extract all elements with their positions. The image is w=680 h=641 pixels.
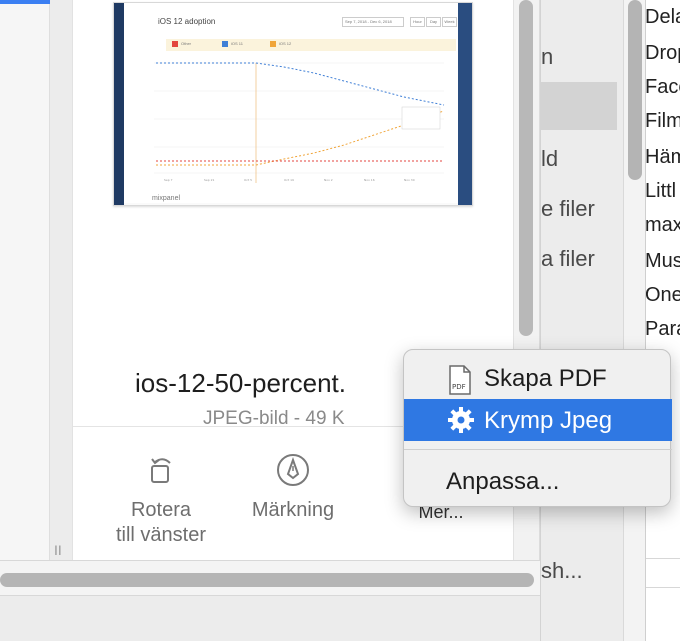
sidebar-item-4[interactable]: a filer bbox=[541, 246, 595, 272]
svg-text:Oct 19: Oct 19 bbox=[284, 178, 294, 182]
menu-item-customize-label: Anpassa... bbox=[446, 468, 560, 495]
thumbnail-border-right bbox=[458, 3, 472, 205]
file-list-row[interactable]: Häm bbox=[646, 146, 680, 169]
thumbnail-range-hour: Hour bbox=[410, 17, 425, 27]
file-list-row[interactable]: max bbox=[646, 214, 680, 237]
file-name: ios-12-50-percent. bbox=[135, 368, 346, 398]
file-info: JPEG-bild - 49 K bbox=[203, 408, 345, 426]
file-list: Dela Drop Face Film Häm Littl max Mus On… bbox=[645, 0, 680, 641]
legend-ios11: iOS 11 bbox=[222, 41, 243, 47]
menu-item-create-pdf[interactable]: PDF Skapa PDF bbox=[404, 357, 672, 399]
thumbnail-title: iOS 12 adoption bbox=[158, 17, 216, 26]
thumbnail-range-buttons: Hour Day Week bbox=[410, 17, 457, 27]
file-list-row[interactable]: One bbox=[646, 284, 680, 307]
resize-grip[interactable]: II bbox=[54, 542, 62, 558]
sidebar-item-3[interactable]: e filer bbox=[541, 196, 595, 222]
sidebar-scroll-thumb[interactable] bbox=[628, 0, 642, 180]
file-list-row[interactable]: Littl bbox=[646, 180, 676, 203]
thumbnail-range-day: Day bbox=[426, 17, 441, 27]
menu-item-shrink-jpeg[interactable]: Krymp Jpeg bbox=[404, 399, 672, 441]
rotate-label-line2: till vänster bbox=[115, 524, 207, 546]
sidebar-item-5[interactable]: sh... bbox=[541, 558, 583, 584]
legend-ios12: iOS 12 bbox=[270, 41, 291, 47]
pdf-icon: PDF bbox=[449, 365, 471, 395]
legend-other: Other bbox=[172, 41, 191, 47]
thumbnail-legend: Other iOS 11 iOS 12 bbox=[166, 39, 456, 51]
thumbnail-date-range: Sep 7, 2018 - Dec 6, 2018 bbox=[342, 17, 404, 27]
markup-button[interactable]: Märkning bbox=[238, 452, 348, 523]
file-list-row[interactable]: Mus bbox=[646, 250, 680, 273]
menu-item-shrink-jpeg-label: Krymp Jpeg bbox=[484, 407, 613, 434]
menu-item-customize[interactable]: Anpassa... bbox=[404, 460, 672, 502]
file-list-row[interactable]: Face bbox=[646, 76, 680, 99]
thumbnail-line-chart: Sep 7 Sep 21 Oct 5 Oct 19 Nov 2 Nov 16 Nov 3… bbox=[154, 62, 445, 183]
menu-separator bbox=[404, 444, 672, 456]
sidebar-item-2[interactable]: ld bbox=[541, 146, 558, 172]
image-thumbnail[interactable]: iOS 12 adoption Sep 7, 2018 - Dec 6, 201… bbox=[113, 2, 473, 206]
rotate-left-button[interactable]: Rotera till vänster bbox=[101, 452, 221, 548]
sidebar-item-1[interactable]: n bbox=[541, 44, 553, 70]
sidebar-scrollbar[interactable] bbox=[623, 0, 645, 641]
thumbnail-border-left bbox=[114, 3, 124, 205]
selection-indicator bbox=[0, 0, 50, 4]
file-list-row[interactable]: Para bbox=[646, 318, 680, 341]
file-list-divider bbox=[646, 558, 680, 588]
thumbnail-chart-frame: iOS 12 adoption Sep 7, 2018 - Dec 6, 201… bbox=[124, 3, 458, 203]
thumbnail-range-week: Week bbox=[442, 17, 457, 27]
svg-text:Oct 5: Oct 5 bbox=[244, 178, 252, 182]
file-list-row[interactable]: Film bbox=[646, 110, 680, 133]
svg-text:Nov 16: Nov 16 bbox=[364, 178, 375, 182]
preview-vertical-scroll-thumb[interactable] bbox=[519, 0, 533, 336]
svg-text:Sep 7: Sep 7 bbox=[164, 178, 173, 182]
svg-text:Nov 30: Nov 30 bbox=[404, 178, 415, 182]
markup-pen-icon bbox=[277, 454, 309, 486]
thumbnail-brand: mixpanel bbox=[152, 195, 181, 202]
svg-text:PDF: PDF bbox=[452, 383, 466, 391]
rotate-left-icon bbox=[151, 458, 171, 483]
svg-text:Nov 2: Nov 2 bbox=[324, 178, 333, 182]
file-list-row[interactable]: Drop bbox=[646, 42, 680, 65]
rotate-label-line1: Rotera bbox=[130, 499, 192, 521]
more-context-menu: PDF Skapa PDF Krymp Jpeg Anpassa... bbox=[403, 349, 672, 507]
horizontal-scroll-thumb[interactable] bbox=[0, 573, 534, 587]
file-list-row[interactable]: Dela bbox=[646, 6, 680, 29]
left-pane bbox=[0, 0, 50, 560]
gear-icon bbox=[448, 407, 474, 433]
svg-text:Sep 21: Sep 21 bbox=[204, 178, 215, 182]
finder-sidebar: n ld e filer a filer sh... bbox=[540, 0, 623, 641]
markup-label: Märkning bbox=[251, 499, 335, 521]
sidebar-selected-row[interactable] bbox=[541, 82, 617, 130]
menu-item-create-pdf-label: Skapa PDF bbox=[484, 365, 607, 392]
horizontal-scrollbar[interactable] bbox=[0, 560, 540, 596]
